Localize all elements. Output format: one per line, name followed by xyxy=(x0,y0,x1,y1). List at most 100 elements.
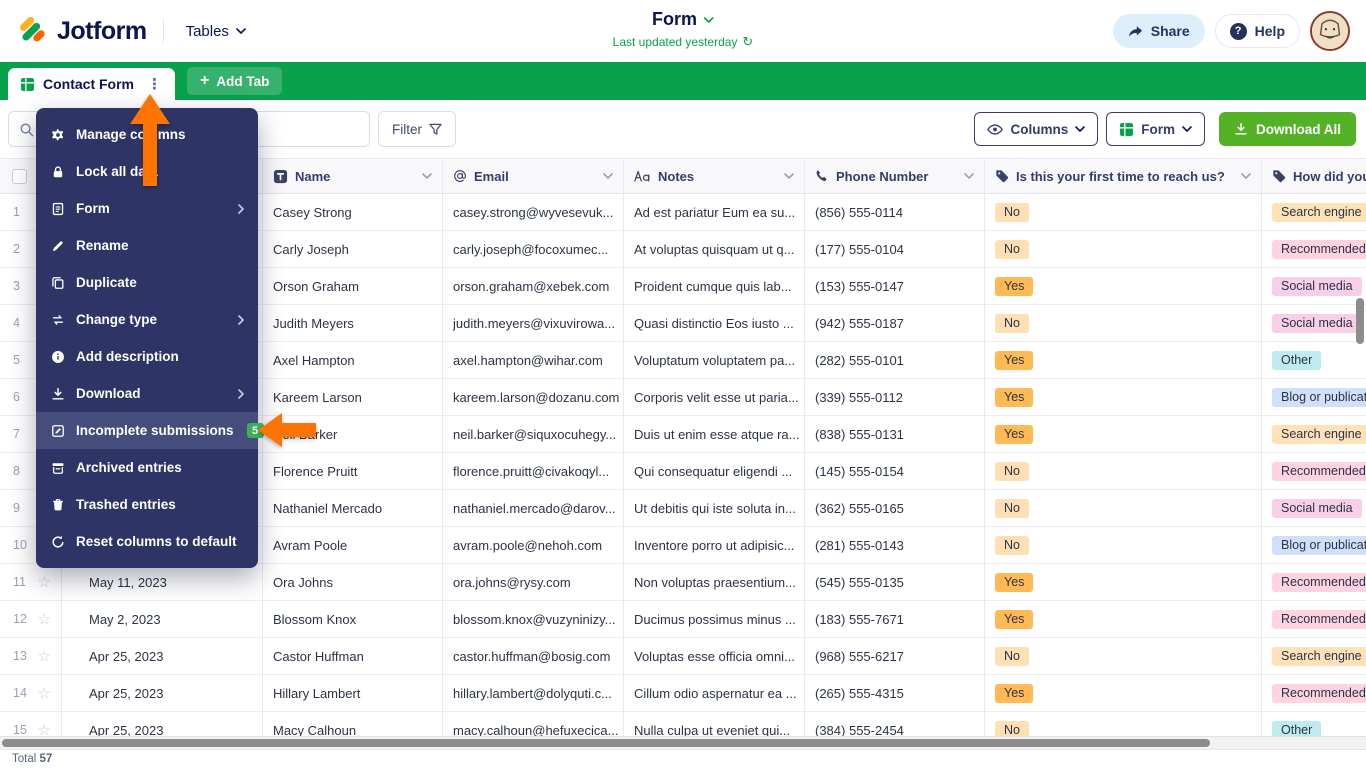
menu-item-reset-columns-to-default[interactable]: Reset columns to default xyxy=(36,523,258,560)
cell-name[interactable]: Hillary Lambert xyxy=(263,675,443,711)
menu-item-incomplete-submissions[interactable]: Incomplete submissions 5 xyxy=(36,412,264,449)
cell-source[interactable]: Other xyxy=(1262,342,1366,378)
cell-date[interactable]: Apr 25, 2023 xyxy=(62,638,263,674)
avatar[interactable] xyxy=(1310,11,1350,51)
cell-notes[interactable]: At voluptas quisquam ut q... xyxy=(624,231,805,267)
column-header-how-did-you-h[interactable]: How did you h xyxy=(1262,159,1366,193)
cell-phone[interactable]: (362) 555-0165 xyxy=(805,490,985,526)
cell-notes[interactable]: Duis ut enim esse atque ra... xyxy=(624,416,805,452)
chevron-down-icon[interactable] xyxy=(1241,173,1251,179)
tables-dropdown[interactable]: Tables xyxy=(180,22,252,41)
cell-first-time[interactable]: No xyxy=(985,638,1262,674)
cell-email[interactable]: neil.barker@siquxocuhegy... xyxy=(443,416,624,452)
cell-phone[interactable]: (545) 555-0135 xyxy=(805,564,985,600)
cell-source[interactable]: Blog or publicat xyxy=(1262,527,1366,563)
cell-phone[interactable]: (942) 555-0187 xyxy=(805,305,985,341)
cell-phone[interactable]: (838) 555-0131 xyxy=(805,416,985,452)
tab-menu-kebab[interactable]: ⋮ xyxy=(142,75,167,93)
cell-first-time[interactable]: Yes xyxy=(985,268,1262,304)
star-icon[interactable]: ☆ xyxy=(38,575,51,590)
cell-first-time[interactable]: No xyxy=(985,453,1262,489)
cell-name[interactable]: Judith Meyers xyxy=(263,305,443,341)
cell-name[interactable]: Castor Huffman xyxy=(263,638,443,674)
cell-notes[interactable]: Corporis velit esse ut paria... xyxy=(624,379,805,415)
cell-source[interactable]: Recommended xyxy=(1262,601,1366,637)
horizontal-scrollbar-thumb[interactable] xyxy=(2,739,1210,747)
select-all-checkbox[interactable] xyxy=(12,168,27,184)
column-header-email[interactable]: Email xyxy=(443,159,624,193)
chevron-down-icon[interactable] xyxy=(422,173,432,179)
menu-item-rename[interactable]: Rename xyxy=(36,227,258,264)
cell-first-time[interactable]: No xyxy=(985,490,1262,526)
cell-source[interactable]: Recommended xyxy=(1262,231,1366,267)
cell-date[interactable]: May 11, 2023 xyxy=(62,564,263,600)
menu-item-archived-entries[interactable]: Archived entries xyxy=(36,449,258,486)
cell-notes[interactable]: Proident cumque quis lab... xyxy=(624,268,805,304)
column-header-notes[interactable]: Notes xyxy=(624,159,805,193)
add-tab-button[interactable]: + Add Tab xyxy=(187,67,283,95)
cell-notes[interactable]: Cillum odio aspernatur ea ... xyxy=(624,675,805,711)
columns-button[interactable]: Columns xyxy=(974,112,1099,146)
cell-name[interactable]: Casey Strong xyxy=(263,194,443,230)
cell-first-time[interactable]: Yes xyxy=(985,675,1262,711)
cell-source[interactable]: Social media xyxy=(1262,490,1366,526)
cell-source[interactable]: Search engine ( xyxy=(1262,638,1366,674)
cell-email[interactable]: kareem.larson@dozanu.com xyxy=(443,379,624,415)
cell-name[interactable]: Florence Pruitt xyxy=(263,453,443,489)
cell-email[interactable]: blossom.knox@vuzyninizy... xyxy=(443,601,624,637)
cell-first-time[interactable]: No xyxy=(985,305,1262,341)
cell-source[interactable]: Social media xyxy=(1262,268,1366,304)
cell-date[interactable]: Apr 25, 2023 xyxy=(62,675,263,711)
cell-email[interactable]: orson.graham@xebek.com xyxy=(443,268,624,304)
cell-source[interactable]: Recommended xyxy=(1262,564,1366,600)
cell-source[interactable]: Search engine ( xyxy=(1262,416,1366,452)
refresh-icon[interactable]: ↻ xyxy=(742,34,753,50)
star-icon[interactable]: ☆ xyxy=(38,686,51,701)
cell-notes[interactable]: Non voluptas praesentium... xyxy=(624,564,805,600)
cell-name[interactable]: Nathaniel Mercado xyxy=(263,490,443,526)
star-icon[interactable]: ☆ xyxy=(38,612,51,627)
cell-phone[interactable]: (177) 555-0104 xyxy=(805,231,985,267)
cell-source[interactable]: Social media xyxy=(1262,305,1366,341)
cell-notes[interactable]: Ad est pariatur Eum ea su... xyxy=(624,194,805,230)
menu-item-download[interactable]: Download xyxy=(36,375,258,412)
cell-name[interactable]: Carly Joseph xyxy=(263,231,443,267)
chevron-down-icon[interactable] xyxy=(964,173,974,179)
cell-email[interactable]: castor.huffman@bosig.com xyxy=(443,638,624,674)
menu-item-add-description[interactable]: Add description xyxy=(36,338,258,375)
cell-phone[interactable]: (856) 555-0114 xyxy=(805,194,985,230)
column-header-name[interactable]: Name xyxy=(263,159,443,193)
cell-email[interactable]: nathaniel.mercado@darov... xyxy=(443,490,624,526)
chevron-down-icon[interactable] xyxy=(603,173,613,179)
cell-source[interactable]: Recommended xyxy=(1262,453,1366,489)
cell-email[interactable]: judith.meyers@vixuvirowa... xyxy=(443,305,624,341)
cell-email[interactable]: florence.pruitt@civakoqyl... xyxy=(443,453,624,489)
cell-first-time[interactable]: Yes xyxy=(985,342,1262,378)
cell-email[interactable]: axel.hampton@wihar.com xyxy=(443,342,624,378)
horizontal-scrollbar[interactable] xyxy=(0,736,1366,749)
share-button[interactable]: Share xyxy=(1112,14,1205,48)
cell-phone[interactable]: (281) 555-0143 xyxy=(805,527,985,563)
cell-notes[interactable]: Qui consequatur eligendi ... xyxy=(624,453,805,489)
cell-name[interactable]: Avram Poole xyxy=(263,527,443,563)
vertical-scrollbar-thumb[interactable] xyxy=(1356,298,1364,344)
cell-email[interactable]: avram.poole@nehoh.com xyxy=(443,527,624,563)
cell-phone[interactable]: (282) 555-0101 xyxy=(805,342,985,378)
cell-notes[interactable]: Quasi distinctio Eos iusto ... xyxy=(624,305,805,341)
cell-name[interactable]: Kareem Larson xyxy=(263,379,443,415)
cell-name[interactable]: Axel Hampton xyxy=(263,342,443,378)
form-view-button[interactable]: Form xyxy=(1106,112,1205,146)
cell-notes[interactable]: Voluptas esse officia omni... xyxy=(624,638,805,674)
cell-phone[interactable]: (153) 555-0147 xyxy=(805,268,985,304)
cell-phone[interactable]: (183) 555-7671 xyxy=(805,601,985,637)
cell-first-time[interactable]: No xyxy=(985,527,1262,563)
cell-name[interactable]: Blossom Knox xyxy=(263,601,443,637)
cell-source[interactable]: Recommended xyxy=(1262,675,1366,711)
chevron-down-icon[interactable] xyxy=(784,173,794,179)
cell-email[interactable]: casey.strong@wyvesevuk... xyxy=(443,194,624,230)
menu-item-trashed-entries[interactable]: Trashed entries xyxy=(36,486,258,523)
menu-item-form[interactable]: Form xyxy=(36,190,258,227)
column-header-is-this-your-first-time-to-reach-us[interactable]: Is this your first time to reach us? xyxy=(985,159,1262,193)
cell-date[interactable]: May 2, 2023 xyxy=(62,601,263,637)
cell-phone[interactable]: (968) 555-6217 xyxy=(805,638,985,674)
